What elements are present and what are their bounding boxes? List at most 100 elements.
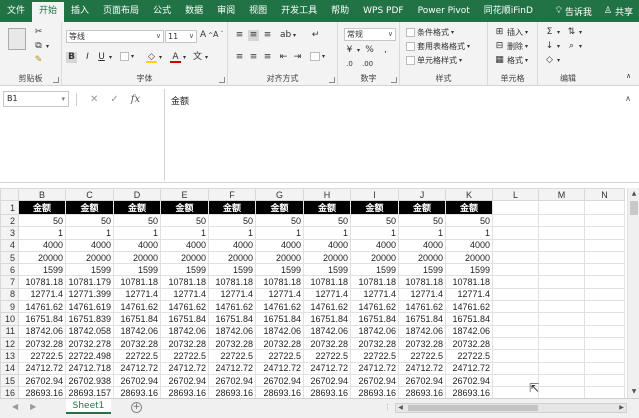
cell[interactable]: 28693.16 bbox=[398, 386, 446, 398]
cell[interactable]: 1 bbox=[208, 226, 256, 240]
cell[interactable]: 金额 bbox=[113, 200, 161, 215]
column-header-N[interactable]: N bbox=[584, 188, 625, 201]
cell[interactable]: 12771.4 bbox=[303, 287, 351, 302]
cell[interactable]: 10781.18 bbox=[445, 275, 493, 289]
cell[interactable]: 28693.16 bbox=[350, 386, 399, 398]
cell[interactable] bbox=[538, 324, 585, 338]
cell[interactable]: 50 bbox=[65, 213, 114, 228]
cell[interactable]: 20000 bbox=[445, 250, 493, 265]
cell[interactable]: 26702.94 bbox=[398, 373, 446, 388]
cell[interactable] bbox=[492, 238, 539, 252]
scroll-thumb[interactable] bbox=[630, 201, 638, 215]
scroll-down-icon[interactable]: ▼ bbox=[629, 387, 639, 397]
cell[interactable]: 1599 bbox=[208, 263, 256, 277]
cell[interactable]: 16751.84 bbox=[350, 312, 399, 326]
cell[interactable]: 14761.62 bbox=[113, 300, 161, 314]
cell[interactable]: 28693.16 bbox=[255, 386, 304, 398]
cell[interactable]: 20732.278 bbox=[65, 336, 114, 351]
cell[interactable]: 1 bbox=[445, 226, 493, 240]
cell[interactable]: 22722.5 bbox=[113, 349, 161, 363]
cell[interactable] bbox=[538, 213, 585, 228]
cell[interactable] bbox=[538, 386, 585, 398]
format-as-table-button[interactable]: 套用表格格式 ▾ bbox=[406, 41, 470, 52]
row-header[interactable]: 3 bbox=[0, 226, 19, 240]
cell[interactable]: 24712.72 bbox=[350, 361, 399, 375]
cell[interactable]: 18742.06 bbox=[303, 324, 351, 338]
cell[interactable]: 1599 bbox=[255, 263, 304, 277]
column-header-H[interactable]: H bbox=[303, 188, 351, 201]
accounting-button[interactable]: ¥ ▾ bbox=[344, 45, 360, 56]
cell[interactable]: 24712.718 bbox=[65, 361, 114, 375]
enter-icon[interactable]: ✓ bbox=[110, 94, 118, 105]
cell[interactable]: 金额 bbox=[208, 200, 256, 215]
cell[interactable]: 50 bbox=[160, 213, 209, 228]
tab-0[interactable]: 文件 bbox=[0, 0, 32, 22]
cell[interactable]: 金额 bbox=[350, 200, 399, 215]
cell[interactable] bbox=[492, 250, 539, 265]
cell[interactable]: 金额 bbox=[445, 200, 493, 215]
cell[interactable]: 50 bbox=[350, 213, 399, 228]
cell[interactable]: 22722.5 bbox=[208, 349, 256, 363]
cell[interactable]: 24712.72 bbox=[255, 361, 304, 375]
cell[interactable]: 26702.94 bbox=[445, 373, 493, 388]
cell[interactable]: 20732.28 bbox=[350, 336, 399, 351]
column-header-E[interactable]: E bbox=[160, 188, 209, 201]
cell[interactable]: 24712.72 bbox=[160, 361, 209, 375]
cell[interactable]: 4000 bbox=[18, 238, 66, 252]
cell[interactable]: 20732.28 bbox=[398, 336, 446, 351]
cell[interactable]: 22722.5 bbox=[18, 349, 66, 363]
cell[interactable] bbox=[584, 226, 625, 240]
cell[interactable]: 28693.16 bbox=[18, 386, 66, 398]
cell[interactable]: 4000 bbox=[65, 238, 114, 252]
tab-7[interactable]: 视图 bbox=[242, 0, 274, 22]
cell[interactable]: 22722.5 bbox=[350, 349, 399, 363]
cell[interactable] bbox=[492, 324, 539, 338]
find-select-button[interactable]: ⌕ ▾ bbox=[566, 41, 582, 52]
sort-filter-button[interactable]: ⇅ ▾ bbox=[566, 27, 582, 38]
cell[interactable]: 20000 bbox=[398, 250, 446, 265]
tell-me-button[interactable]: 💡︎ 告诉我 bbox=[550, 5, 598, 18]
cell[interactable]: 24712.72 bbox=[445, 361, 493, 375]
cell[interactable]: 18742.06 bbox=[350, 324, 399, 338]
cell[interactable]: 26702.94 bbox=[113, 373, 161, 388]
row-header[interactable]: 2 bbox=[0, 213, 19, 228]
cell[interactable]: 14761.62 bbox=[255, 300, 304, 314]
cell[interactable]: 20732.28 bbox=[255, 336, 304, 351]
cell[interactable]: 26702.94 bbox=[350, 373, 399, 388]
row-header[interactable]: 12 bbox=[0, 336, 19, 351]
cell[interactable]: 28693.16 bbox=[208, 386, 256, 398]
cell[interactable] bbox=[538, 300, 585, 314]
cell[interactable]: 20000 bbox=[65, 250, 114, 265]
cell[interactable]: 12771.4 bbox=[160, 287, 209, 302]
cell[interactable] bbox=[538, 263, 585, 277]
cell[interactable] bbox=[584, 361, 625, 375]
increase-indent-button[interactable]: ⇥ bbox=[292, 52, 303, 63]
cell[interactable] bbox=[492, 200, 539, 215]
cell[interactable]: 1 bbox=[303, 226, 351, 240]
cell[interactable]: 18742.06 bbox=[255, 324, 304, 338]
row-header[interactable]: 4 bbox=[0, 238, 19, 252]
cell[interactable] bbox=[538, 287, 585, 302]
cell[interactable] bbox=[584, 349, 625, 363]
align-center-button[interactable]: ≡ bbox=[248, 52, 259, 63]
cell[interactable]: 26702.94 bbox=[208, 373, 256, 388]
cell[interactable] bbox=[492, 226, 539, 240]
cell[interactable]: 50 bbox=[445, 213, 493, 228]
clear-button[interactable]: ◇ ▾ bbox=[544, 55, 560, 66]
cell[interactable]: 14761.62 bbox=[160, 300, 209, 314]
cell[interactable]: 26702.938 bbox=[65, 373, 114, 388]
underline-button[interactable]: U ▾ bbox=[96, 52, 112, 63]
cell[interactable] bbox=[584, 238, 625, 252]
cell[interactable]: 金额 bbox=[398, 200, 446, 215]
cell[interactable] bbox=[584, 312, 625, 326]
cell[interactable] bbox=[584, 250, 625, 265]
cell[interactable]: 12771.4 bbox=[208, 287, 256, 302]
shrink-font-button[interactable]: Aˇ bbox=[213, 30, 223, 39]
cell[interactable] bbox=[492, 361, 539, 375]
cell[interactable]: 28693.16 bbox=[303, 386, 351, 398]
cell[interactable] bbox=[538, 226, 585, 240]
cell[interactable]: 18742.06 bbox=[18, 324, 66, 338]
cell[interactable]: 14761.62 bbox=[350, 300, 399, 314]
cell[interactable]: 金额 bbox=[303, 200, 351, 215]
row-header[interactable]: 15 bbox=[0, 373, 19, 388]
